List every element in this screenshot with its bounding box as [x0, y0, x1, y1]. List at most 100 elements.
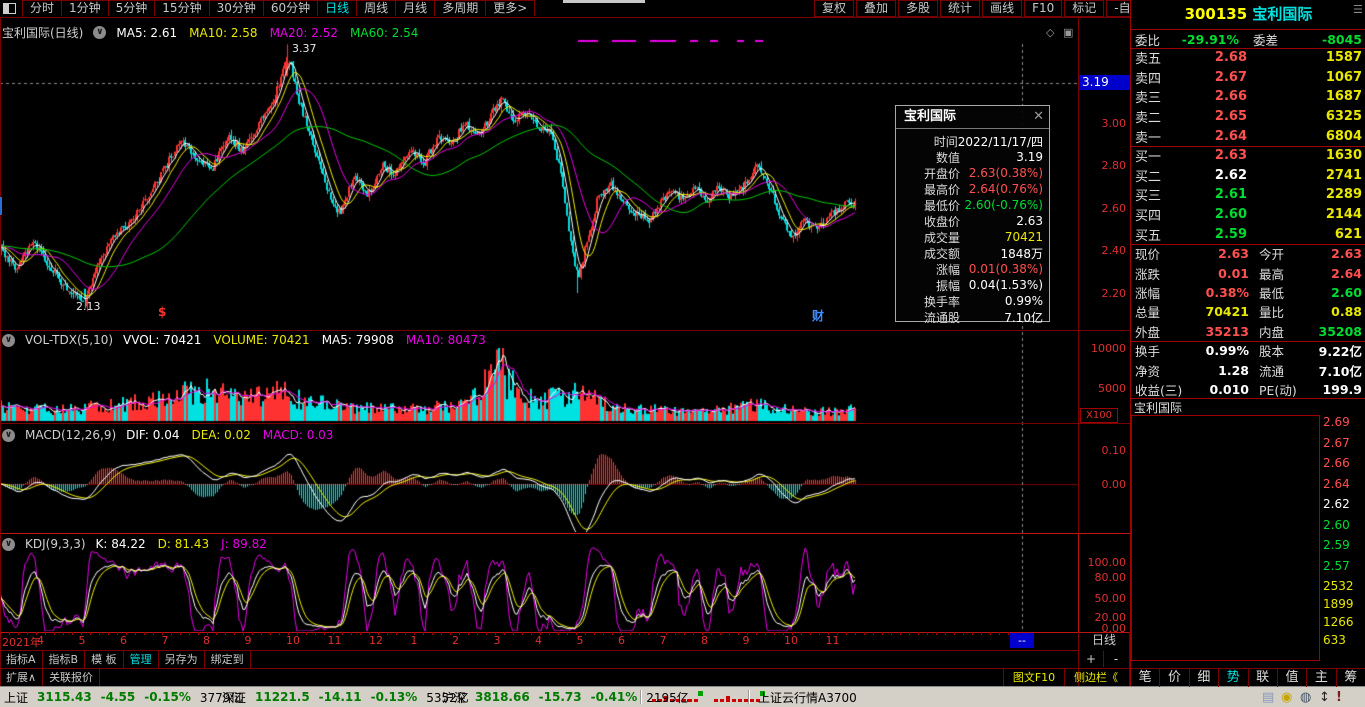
- popup-row: 数值3.19: [896, 149, 1049, 165]
- menu-tool-复权[interactable]: 复权: [814, 0, 854, 17]
- menu-period-分时[interactable]: 分时: [23, 1, 62, 16]
- quote-tab-势[interactable]: 势: [1219, 669, 1248, 687]
- tab-指标A[interactable]: 指标A: [0, 651, 43, 668]
- tab-关联报价[interactable]: 关联报价: [43, 669, 100, 686]
- sell-level-row[interactable]: 卖三2.661687: [1131, 87, 1365, 107]
- quote-tab-主[interactable]: 主: [1307, 669, 1336, 687]
- menu-tool-画线[interactable]: 画线: [982, 0, 1022, 17]
- sell-level-row[interactable]: 卖五2.681587: [1131, 48, 1365, 68]
- axis-tick-label: 2.80: [1080, 159, 1126, 172]
- date-axis[interactable]: 2021年 4567891011121234567891011: [0, 632, 1078, 650]
- collapse-chevron-icon[interactable]: [2, 538, 15, 551]
- popup-row: 收盘价2.63: [896, 213, 1049, 229]
- volume-unit-box: X100: [1080, 408, 1118, 423]
- collapse-chevron-icon[interactable]: [93, 26, 106, 39]
- menu-period-15分钟[interactable]: 15分钟: [155, 1, 209, 16]
- menu-period-30分钟[interactable]: 30分钟: [210, 1, 264, 16]
- server-label[interactable]: 上证云行情A3700: [758, 689, 857, 706]
- menu-period-60分钟[interactable]: 60分钟: [264, 1, 318, 16]
- buy-level-row[interactable]: 买五2.59621: [1131, 224, 1365, 244]
- alert-icon[interactable]: !: [1336, 689, 1342, 706]
- collapse-chevron-icon[interactable]: [2, 429, 15, 442]
- sell-level-row[interactable]: 卖二2.656325: [1131, 107, 1365, 127]
- graphic-f10-button[interactable]: 图文F10: [1003, 668, 1065, 686]
- menu-period-月线[interactable]: 月线: [396, 1, 435, 16]
- popup-row-label: 最高价: [902, 181, 960, 198]
- quote-tab-笔[interactable]: 笔: [1131, 669, 1160, 687]
- menu-tool-F10[interactable]: F10: [1024, 0, 1062, 17]
- stat-label: PE(动): [1259, 380, 1315, 399]
- popup-row-value: 0.01(0.38%): [960, 262, 1043, 276]
- month-tick-label: 3: [494, 634, 501, 647]
- menu-tool-多股[interactable]: 多股: [898, 0, 938, 17]
- menu-period-多周期[interactable]: 多周期: [435, 1, 486, 16]
- menu-tool-叠加[interactable]: 叠加: [856, 0, 896, 17]
- period-indicator[interactable]: 日线: [1079, 632, 1129, 649]
- quote-tab-细[interactable]: 细: [1190, 669, 1219, 687]
- menu-tool-统计[interactable]: 统计: [940, 0, 980, 17]
- tab-绑定到[interactable]: 绑定到: [205, 651, 251, 668]
- stock-name[interactable]: 宝利国际: [1252, 5, 1312, 23]
- index-name: 深证: [222, 689, 246, 706]
- zoom-in-button[interactable]: +: [1079, 651, 1104, 667]
- updown-arrows-icon[interactable]: ↕: [1319, 689, 1330, 706]
- coin-icon[interactable]: ◉: [1281, 689, 1292, 706]
- quote-tab-筹[interactable]: 筹: [1337, 669, 1365, 687]
- tab-扩展∧[interactable]: 扩展∧: [0, 669, 43, 686]
- close-icon[interactable]: ✕: [1033, 109, 1044, 124]
- panel-menu-icon[interactable]: ☰: [1353, 3, 1363, 16]
- menu-period-5分钟[interactable]: 5分钟: [109, 1, 156, 16]
- menu-period-1分钟[interactable]: 1分钟: [62, 1, 109, 16]
- message-doc-icon[interactable]: ▤: [1262, 689, 1274, 706]
- popup-row-value: 2.63(0.38%): [960, 166, 1043, 180]
- sell-level-row[interactable]: 卖一2.646804: [1131, 126, 1365, 146]
- menu-period-周线[interactable]: 周线: [357, 1, 396, 16]
- quote-tab-值[interactable]: 值: [1278, 669, 1307, 687]
- scroll-indicator[interactable]: [0, 197, 2, 215]
- tab-模板[interactable]: 模 板: [85, 651, 124, 668]
- tab-管理[interactable]: 管理: [124, 651, 159, 668]
- stat-value: 0.01: [1191, 266, 1249, 281]
- period-menu: 分时1分钟5分钟15分钟30分钟60分钟日线周线月线多周期更多>: [22, 0, 535, 17]
- mini-chart-title[interactable]: 宝利国际: [1134, 399, 1182, 416]
- network-globe-icon[interactable]: ◍: [1300, 689, 1311, 706]
- popup-row-value: 2.63: [960, 214, 1043, 228]
- popup-row-label: 最低价: [902, 197, 960, 214]
- level-qty: 1587: [1247, 50, 1362, 65]
- sidebar-toggle-button[interactable]: 侧边栏《: [1063, 668, 1130, 686]
- cai-news-icon[interactable]: 财: [812, 307, 824, 324]
- mini-price-tick: 2.57: [1323, 559, 1350, 573]
- level-price: 2.67: [1179, 70, 1247, 85]
- window-icon[interactable]: [3, 3, 16, 14]
- sell-level-row[interactable]: 卖四2.671067: [1131, 68, 1365, 88]
- diamond-icon[interactable]: ◇: [1046, 26, 1054, 39]
- collapse-chevron-icon[interactable]: [2, 334, 15, 347]
- zoom-out-button[interactable]: -: [1104, 651, 1128, 667]
- tab-另存为[interactable]: 另存为: [159, 651, 205, 668]
- level-qty: 1067: [1247, 70, 1362, 85]
- index-change-pct: -0.15%: [144, 690, 191, 704]
- popup-title-bar[interactable]: 宝利国际 ✕: [896, 106, 1049, 129]
- mini-price-tick: 2.59: [1323, 538, 1350, 552]
- quote-tab-价[interactable]: 价: [1160, 669, 1189, 687]
- popup-row-value: 0.99%: [960, 294, 1043, 308]
- menu-tool-标记[interactable]: 标记: [1064, 0, 1104, 17]
- level-price: 2.64: [1179, 129, 1247, 144]
- buy-level-row[interactable]: 买四2.602144: [1131, 205, 1365, 225]
- level-qty: 2741: [1247, 168, 1362, 183]
- buy-level-row[interactable]: 买三2.612289: [1131, 185, 1365, 205]
- stat-value: 199.9: [1315, 382, 1362, 397]
- stat-value: 2.60: [1315, 285, 1362, 300]
- quote-tab-联[interactable]: 联: [1249, 669, 1278, 687]
- level-label: 卖二: [1135, 107, 1179, 126]
- popup-row: 最高价2.64(0.76%): [896, 181, 1049, 197]
- buy-level-row[interactable]: 买一2.631630: [1131, 146, 1365, 166]
- tab-指标B[interactable]: 指标B: [43, 651, 86, 668]
- popup-row-label: 振幅: [902, 277, 960, 294]
- menu-period-更多>[interactable]: 更多>: [486, 1, 535, 16]
- mini-vol-tick: 633: [1323, 633, 1346, 647]
- popup-row: 流通股7.10亿: [896, 309, 1049, 325]
- buy-level-row[interactable]: 买二2.622741: [1131, 166, 1365, 186]
- maximize-pane-icon[interactable]: ▣: [1063, 26, 1073, 39]
- menu-period-日线[interactable]: 日线: [318, 1, 357, 16]
